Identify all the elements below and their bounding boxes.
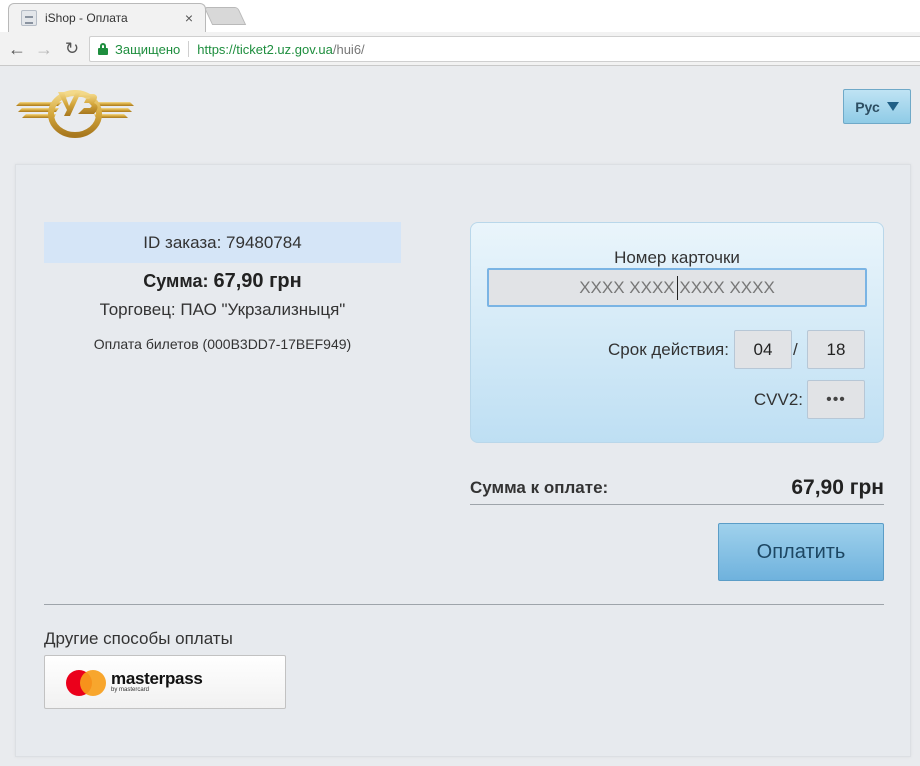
tab-close-icon[interactable]: × bbox=[181, 10, 197, 26]
section-divider bbox=[44, 604, 884, 605]
tab-title: iShop - Оплата bbox=[45, 11, 128, 25]
url-path: /hui6/ bbox=[332, 41, 365, 57]
masterpass-button[interactable]: masterpass by mastercard bbox=[44, 655, 286, 709]
expiry-month-input[interactable] bbox=[734, 330, 792, 369]
text-cursor bbox=[677, 276, 678, 300]
language-label: Рус bbox=[855, 98, 880, 115]
card-form: Номер карточки Срок действия: / CVV2: bbox=[470, 222, 884, 443]
pay-button[interactable]: Оплатить bbox=[718, 523, 884, 581]
masterpass-wordmark: masterpass bbox=[111, 669, 203, 688]
other-methods-label: Другие способы оплаты bbox=[44, 629, 233, 648]
total-label: Сумма к оплате: bbox=[470, 478, 609, 497]
back-arrow-icon[interactable]: ← bbox=[6, 38, 28, 60]
merchant-name: Торговец: ПАО "Укрзализныця" bbox=[99, 300, 346, 319]
payment-panel: ID заказа: 79480784 Сумма: 67,90 грн Тор… bbox=[15, 164, 911, 757]
payment-description: Оплата билетов (000B3DD7-17BEF949) bbox=[93, 336, 352, 352]
order-sum-label: Сумма: bbox=[143, 271, 209, 291]
expiry-label: Срок действия: bbox=[608, 340, 729, 359]
browser-tab[interactable]: iShop - Оплата × bbox=[8, 3, 206, 32]
order-sum: Сумма: 67,90 грн bbox=[44, 270, 401, 293]
total-divider bbox=[470, 504, 884, 505]
omnibox-divider bbox=[188, 41, 190, 57]
tab-strip: iShop - Оплата × bbox=[0, 0, 920, 32]
reload-icon[interactable]: ↻ bbox=[61, 38, 83, 60]
order-id: ID заказа: 79480784 bbox=[44, 222, 401, 263]
cvv-label: CVV2: bbox=[753, 390, 803, 409]
expiry-slash: / bbox=[793, 340, 798, 359]
favicon-icon bbox=[21, 10, 37, 26]
uz-logo-icon bbox=[16, 90, 134, 138]
mastercard-icon bbox=[66, 670, 106, 696]
secure-label: Защищено bbox=[115, 41, 181, 57]
language-select[interactable]: Рус bbox=[843, 89, 911, 124]
card-number-label: Номер карточки bbox=[614, 248, 740, 267]
total-value: 67,90 грн bbox=[791, 476, 884, 499]
lock-icon bbox=[98, 43, 108, 55]
expiry-year-input[interactable] bbox=[807, 330, 865, 369]
order-sum-value: 67,90 грн bbox=[213, 270, 302, 292]
new-tab-button[interactable] bbox=[203, 7, 247, 25]
url-host: https://ticket2.uz.gov.ua bbox=[197, 41, 333, 57]
forward-arrow-icon[interactable]: → bbox=[33, 38, 55, 60]
address-bar[interactable]: Защищено https://ticket2.uz.gov.ua /hui6… bbox=[89, 36, 920, 62]
caret-down-icon bbox=[886, 102, 899, 111]
browser-toolbar: ← → ↻ Защищено https://ticket2.uz.gov.ua… bbox=[0, 32, 920, 66]
masterpass-byline: by mastercard bbox=[111, 687, 150, 693]
cvv-input[interactable] bbox=[807, 380, 865, 419]
